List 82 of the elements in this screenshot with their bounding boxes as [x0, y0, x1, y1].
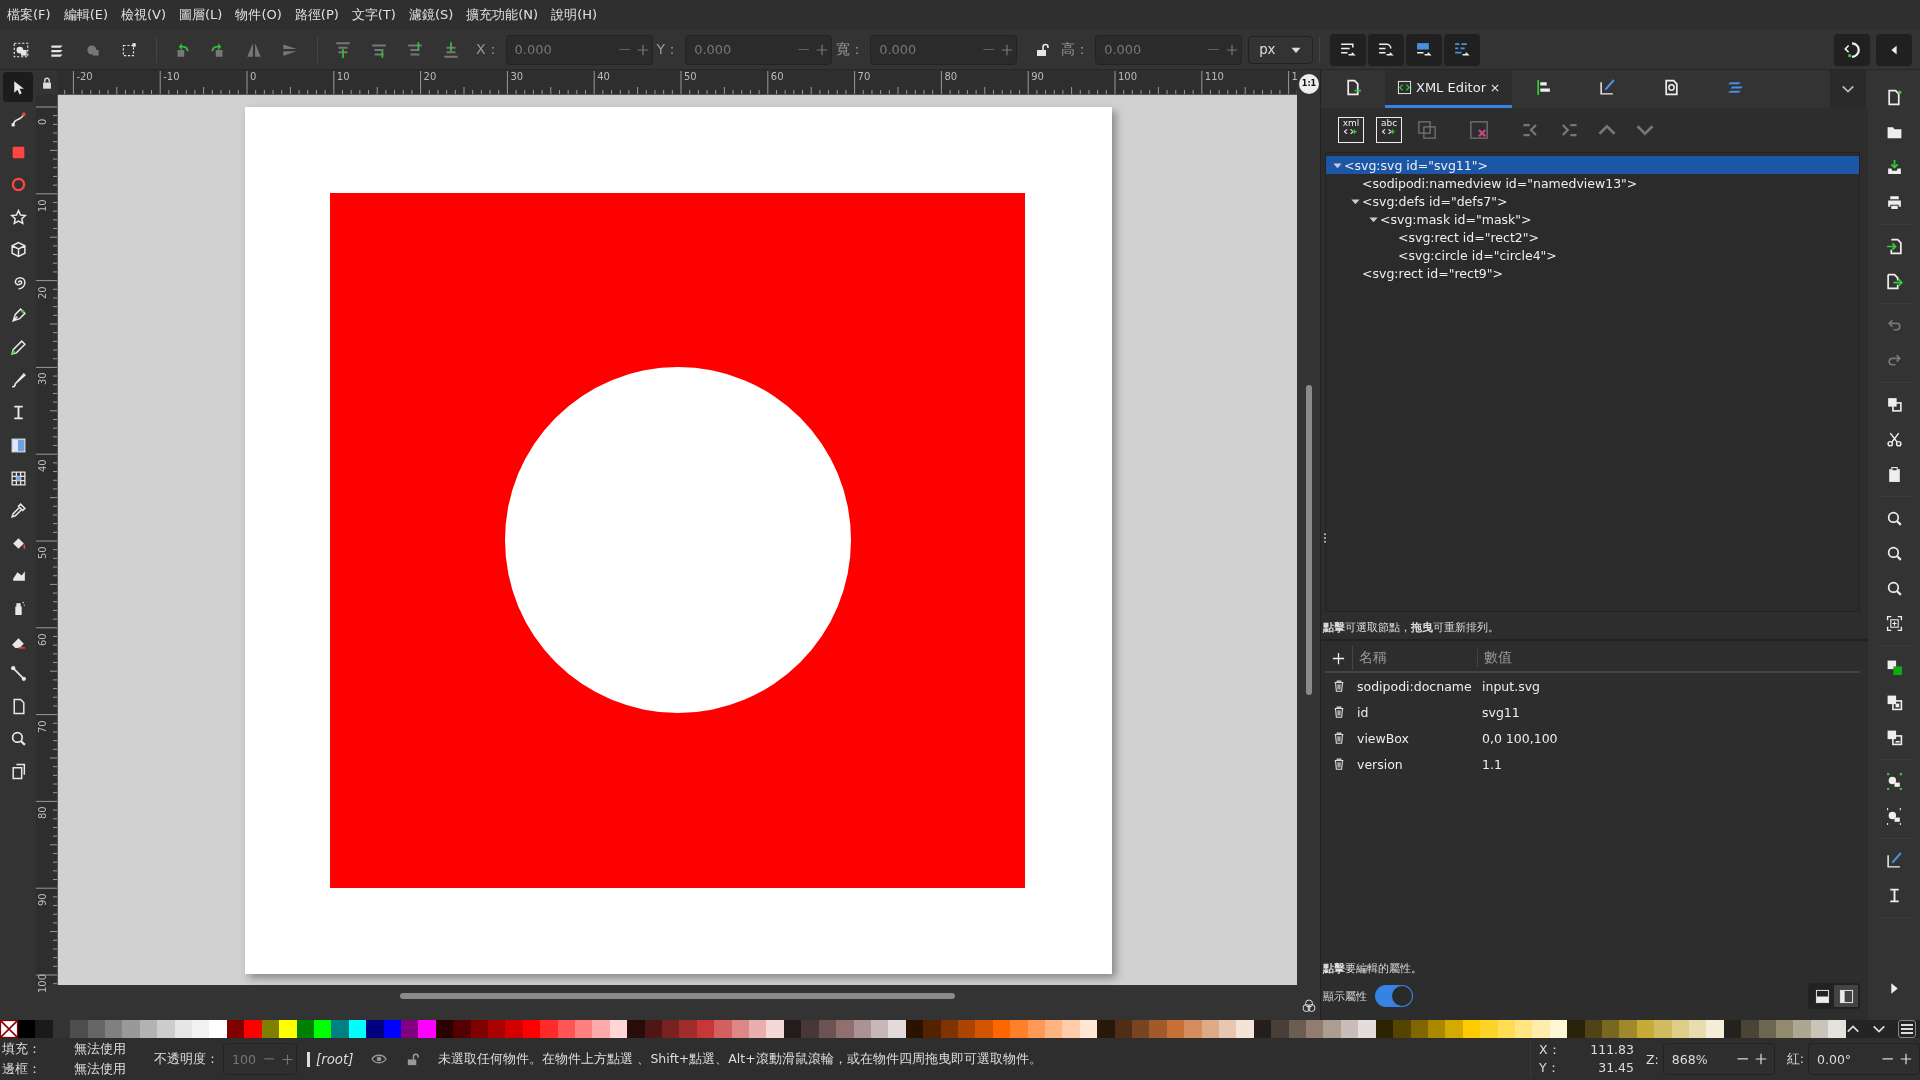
column-header: 名稱 — [1353, 649, 1478, 667]
field-label: Y： — [656, 40, 680, 59]
xml-node-row[interactable]: <svg:circle id="circle4"> — [1326, 246, 1859, 264]
xml-tool-button[interactable]: xml — [1335, 114, 1367, 146]
unit-dropdown[interactable]: px — [1248, 35, 1313, 64]
ruler-label: 20 — [38, 285, 48, 299]
toggle-label: 顯示屬性 — [1323, 988, 1367, 1004]
ruler-label: 20 — [423, 72, 437, 82]
ruler-label: 0 — [38, 118, 48, 125]
menu-item[interactable]: 檔案(F) — [2, 3, 56, 27]
field-label: 高： — [1061, 40, 1090, 59]
xml-node-row[interactable]: <svg:rect id="rect2"> — [1326, 228, 1859, 246]
ruler-label: 60 — [770, 72, 784, 82]
ruler-label: 110 — [1204, 72, 1224, 82]
opacity-label: 不透明度： — [154, 1050, 219, 1068]
ruler-label: 100 — [1118, 72, 1138, 82]
rotation-field[interactable]: 0.00° — [1808, 1043, 1920, 1075]
ruler-label: 90 — [38, 893, 48, 907]
xml-node-row[interactable]: <svg:svg id="svg11"> — [1326, 156, 1859, 174]
attribute-value[interactable]: svg11 — [1476, 704, 1520, 720]
xml-tool-button[interactable]: abc — [1373, 114, 1405, 146]
coordinate-label: X： — [1539, 1041, 1562, 1059]
ruler-label: 50 — [38, 546, 48, 559]
ruler-label: 80 — [944, 72, 958, 82]
menu-item[interactable]: 文字(T) — [346, 3, 401, 27]
field-label: 寬： — [836, 40, 865, 59]
panel-tab[interactable]: XML Editor — [1385, 70, 1512, 108]
xml-node-row[interactable]: <sodipodi:namedview id="namedview13"> — [1326, 174, 1859, 192]
ruler-label: 90 — [1031, 72, 1044, 82]
ruler-label: 1 — [1291, 72, 1297, 82]
ruler-label: 10 — [38, 199, 48, 212]
ruler-label: 40 — [597, 72, 610, 82]
ruler-label: 30 — [510, 72, 524, 82]
icon-caption: xml — [1342, 118, 1360, 129]
attribute-value[interactable]: 0,0 100,100 — [1476, 730, 1558, 746]
ruler-label: -20 — [76, 72, 93, 82]
hint-text: 點擊可選取節點，拖曳可重新排列。 — [1321, 612, 1868, 641]
attribute-name[interactable]: id — [1353, 704, 1476, 720]
menu-item[interactable]: 物件(O) — [230, 3, 287, 27]
ruler-label: 0 — [250, 72, 257, 82]
ruler-label: 70 — [38, 719, 48, 733]
icon-caption: abc — [1380, 118, 1398, 129]
status-message: 未選取任何物件。在物件上方點選 、Shift+點選、Alt+滾動滑鼠滾輪，或在物件四周拖曳即可選取物件。 — [438, 1050, 1042, 1068]
attribute-value[interactable]: 1.1 — [1476, 756, 1502, 772]
ruler-label: 70 — [857, 72, 871, 82]
menu-item[interactable]: 路徑(P) — [289, 3, 344, 27]
menu-item[interactable]: 說明(H) — [546, 3, 603, 27]
rotation-label: 紅: — [1786, 1050, 1804, 1068]
column-header: 數值 — [1483, 649, 1512, 667]
hint-text: 點擊要編輯的屬性。 — [1322, 961, 1423, 977]
stroke-value: 無法使用 — [73, 1060, 127, 1078]
menu-item[interactable]: 檢視(V) — [116, 3, 172, 27]
stroke-label: 邊框： — [2, 1060, 42, 1078]
menu-item[interactable]: 編輯(E) — [58, 3, 113, 27]
xml-node-row[interactable]: <svg:defs id="defs7"> — [1326, 192, 1859, 210]
ruler-label: 30 — [38, 372, 48, 386]
xml-node-row[interactable]: <svg:rect id="rect9"> — [1326, 264, 1859, 282]
attribute-name[interactable]: viewBox — [1353, 730, 1476, 746]
coordinate-label: Y： — [1539, 1059, 1561, 1077]
coordinate-value: 111.83 — [1589, 1041, 1634, 1059]
attribute-name[interactable]: sodipodi:docname — [1353, 678, 1476, 694]
attribute-value[interactable]: input.svg — [1476, 678, 1540, 694]
menu-item[interactable]: 濾鏡(S) — [403, 3, 459, 27]
ruler-label: -10 — [163, 72, 180, 82]
coordinate-value: 31.45 — [1597, 1059, 1634, 1077]
xml-node-row[interactable]: <svg:mask id="mask"> — [1326, 210, 1859, 228]
ruler-label: 10 — [336, 72, 350, 82]
ruler-label: 50 — [684, 72, 697, 82]
attribute-name[interactable]: version — [1353, 756, 1476, 772]
layer-selector[interactable]: [root] — [307, 1051, 354, 1067]
ruler-label: 80 — [38, 806, 48, 820]
fill-label: 填充： — [2, 1040, 42, 1058]
zoom-field[interactable]: 868% — [1662, 1043, 1775, 1075]
menu-item[interactable]: 擴充功能(N) — [461, 3, 544, 27]
zoom-one-to-one-button[interactable]: 1:1 — [1299, 73, 1319, 94]
menu-item[interactable]: 圖層(L) — [174, 3, 228, 27]
ruler-label: 40 — [38, 459, 48, 473]
ruler-label: 100 — [38, 973, 48, 993]
ruler-label: 60 — [38, 633, 48, 646]
fill-value: 無法使用 — [73, 1040, 127, 1058]
field-label: X： — [476, 40, 500, 59]
zoom-label: Z: — [1646, 1051, 1659, 1067]
